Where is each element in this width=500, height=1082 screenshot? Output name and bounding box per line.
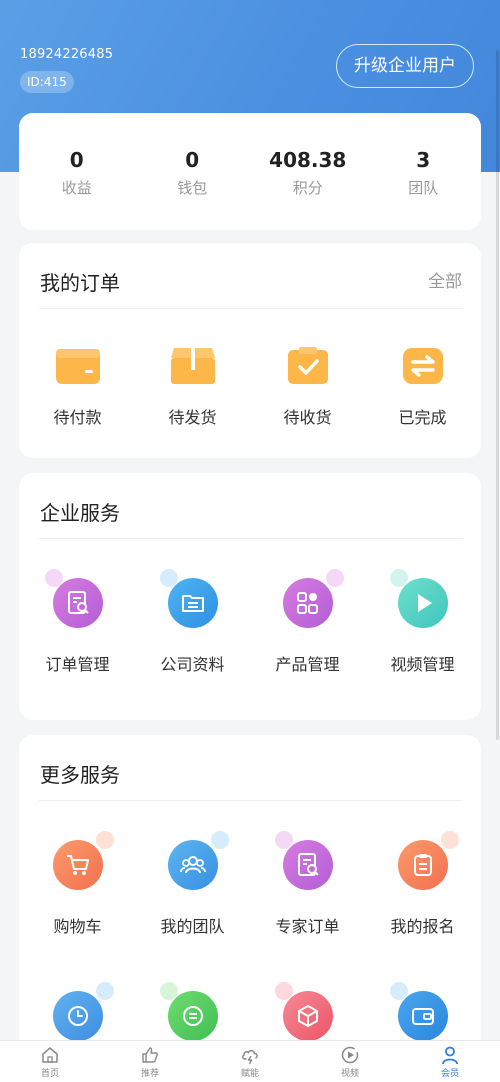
bottom-tab-bar: 首页 推荐 赋能 视频 会员 [0, 1040, 500, 1082]
play-circle-icon [341, 1046, 359, 1064]
package-icon [170, 347, 216, 385]
message-icon [159, 982, 223, 1048]
cart-icon [48, 831, 114, 897]
service-products[interactable] [250, 982, 365, 1048]
divider [39, 800, 463, 801]
service-expert-orders[interactable]: 专家订单 [250, 831, 365, 937]
stat-wallet[interactable]: 0 钱包 [135, 113, 251, 230]
order-pending-receipt[interactable]: 待收货 [250, 347, 365, 428]
stat-label: 团队 [408, 179, 439, 197]
clipboard-check-icon [285, 347, 331, 385]
stat-value: 408.38 [269, 148, 347, 172]
tab-label: 会员 [440, 1069, 459, 1079]
more-services-title: 更多服务 [40, 763, 120, 787]
document-search-icon [274, 831, 338, 897]
tab-home[interactable]: 首页 [0, 1041, 100, 1082]
stat-label: 收益 [61, 179, 92, 197]
box-icon [274, 982, 338, 1048]
service-my-registrations[interactable]: 我的报名 [365, 831, 480, 937]
orders-all-link[interactable]: 全部 [428, 267, 462, 292]
order-label: 待发货 [168, 408, 217, 427]
tab-member[interactable]: 会员 [400, 1041, 500, 1082]
user-id-badge: ID:415 [20, 71, 74, 93]
service-label: 购物车 [53, 917, 102, 936]
service-wallet[interactable] [365, 982, 480, 1048]
divider [39, 538, 463, 539]
document-search-icon [44, 569, 108, 635]
exchange-icon [400, 347, 446, 385]
wallet-card-icon [389, 982, 453, 1048]
tab-label: 首页 [40, 1069, 59, 1079]
order-pending-shipment[interactable]: 待发货 [135, 347, 250, 428]
grid-apps-icon [278, 569, 344, 635]
service-label: 视频管理 [390, 655, 455, 674]
thumbs-up-icon [142, 1047, 158, 1063]
service-label: 专家订单 [275, 917, 340, 936]
tab-video[interactable]: 视频 [300, 1041, 400, 1082]
stat-team[interactable]: 3 团队 [366, 113, 482, 230]
stat-label: 钱包 [177, 179, 208, 197]
tab-recommend[interactable]: 推荐 [100, 1041, 200, 1082]
service-label: 公司资料 [160, 655, 225, 674]
stat-earnings[interactable]: 0 收益 [19, 113, 135, 230]
tab-label: 视频 [340, 1069, 359, 1079]
enterprise-services-card: 企业服务 订单管理 公司资料 产品管理 视频管理 [19, 473, 481, 720]
folder-icon [159, 569, 223, 635]
stat-points[interactable]: 408.38 积分 [250, 113, 366, 230]
clock-icon [48, 982, 114, 1048]
scrollbar[interactable] [496, 50, 499, 740]
order-completed[interactable]: 已完成 [365, 347, 480, 428]
service-order-management[interactable]: 订单管理 [20, 569, 135, 675]
team-icon [163, 831, 229, 897]
service-label: 我的团队 [160, 917, 225, 936]
service-label: 我的报名 [390, 917, 455, 936]
orders-title: 我的订单 [40, 271, 120, 295]
clipboard-icon [393, 831, 459, 897]
more-services-card: 更多服务 购物车 我的团队 专家订单 我的报名 [19, 735, 481, 1075]
user-icon [442, 1046, 458, 1065]
service-label: 订单管理 [45, 655, 110, 674]
service-messages[interactable] [135, 982, 250, 1048]
service-cart[interactable]: 购物车 [20, 831, 135, 937]
order-label: 已完成 [398, 408, 447, 427]
divider [39, 308, 463, 309]
tab-empower[interactable]: 赋能 [200, 1041, 300, 1082]
stat-value: 0 [185, 148, 200, 172]
order-label: 待收货 [283, 408, 332, 427]
order-pending-payment[interactable]: 待付款 [20, 347, 135, 428]
service-product-management[interactable]: 产品管理 [250, 569, 365, 675]
service-company-profile[interactable]: 公司资料 [135, 569, 250, 675]
tab-label: 推荐 [140, 1069, 159, 1079]
service-history[interactable] [20, 982, 135, 1048]
stat-value: 3 [416, 148, 431, 172]
service-label: 产品管理 [275, 655, 340, 674]
service-my-team[interactable]: 我的团队 [135, 831, 250, 937]
stat-value: 0 [69, 148, 84, 172]
phone-number: 18924226485 [20, 47, 114, 62]
tab-label: 赋能 [240, 1069, 259, 1079]
orders-card: 我的订单 全部 待付款 待发货 待收货 已完成 [19, 243, 481, 458]
play-icon [389, 569, 453, 635]
order-label: 待付款 [53, 408, 102, 427]
enterprise-services-title: 企业服务 [40, 501, 120, 525]
upgrade-enterprise-button[interactable]: 升级企业用户 [336, 44, 474, 88]
wallet-icon [55, 347, 101, 385]
cloud-bolt-icon [242, 1050, 258, 1065]
home-icon [42, 1047, 58, 1063]
service-video-management[interactable]: 视频管理 [365, 569, 480, 675]
stats-card: 0 收益 0 钱包 408.38 积分 3 团队 [19, 113, 481, 230]
stat-label: 积分 [292, 179, 323, 197]
